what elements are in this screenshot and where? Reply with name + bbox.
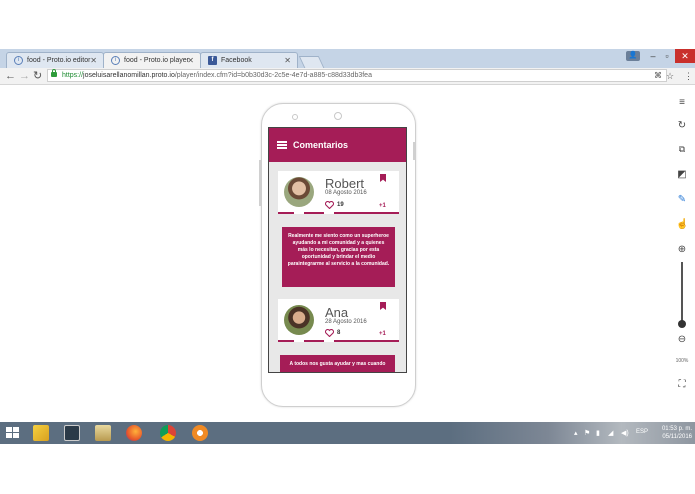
facebook-icon: f xyxy=(208,56,217,65)
folder-app-icon[interactable] xyxy=(33,425,49,441)
refresh-icon[interactable]: ↻ xyxy=(676,120,688,131)
close-window-button[interactable]: ✕ xyxy=(675,49,695,63)
start-button[interactable] xyxy=(6,427,19,439)
tab-proto-editor[interactable]: i food - Proto.io editor ✕ xyxy=(6,52,104,68)
tab-label: Facebook xyxy=(221,57,252,64)
divider-gap xyxy=(324,340,334,342)
app-icon[interactable] xyxy=(64,425,80,441)
bookmark-icon[interactable] xyxy=(380,302,386,310)
bookmark-icon[interactable] xyxy=(380,174,386,182)
tab-label: food - Proto.io editor xyxy=(27,57,91,64)
comment-author: Robert xyxy=(325,176,365,191)
comment-card[interactable]: Ana 28 Agosto 2016 8 +1 xyxy=(278,299,399,342)
comment-author: Ana xyxy=(325,305,349,320)
zoom-slider-track[interactable] xyxy=(681,262,683,324)
address-bar: ← → ↻ https://joseluisarellanomillan.pro… xyxy=(0,68,695,85)
phone-side-button xyxy=(259,160,261,206)
zoom-out-icon[interactable]: ⊖ xyxy=(676,334,688,345)
url-scheme: https:// xyxy=(62,72,84,79)
avatar xyxy=(284,177,314,207)
chrome-icon[interactable] xyxy=(160,425,176,441)
firefox-icon[interactable] xyxy=(126,425,142,441)
comment-message: Realmente me siento como un superheroe a… xyxy=(282,227,395,287)
comment-message: A todos nos gusta ayudar y mas cuando xyxy=(280,355,395,372)
star-icon[interactable]: ☆ xyxy=(666,69,674,83)
phone-side-button xyxy=(413,142,415,160)
heart-icon[interactable] xyxy=(325,329,334,337)
close-icon[interactable]: ✕ xyxy=(284,56,291,65)
phone-camera xyxy=(334,112,342,120)
close-icon[interactable]: ✕ xyxy=(90,56,97,65)
app-header: Comentarios xyxy=(269,128,406,162)
info-icon: i xyxy=(14,56,23,65)
menu-dots-icon[interactable]: ⋮ xyxy=(684,69,693,83)
divider-gap xyxy=(324,212,334,214)
signal-icon[interactable]: ◢ xyxy=(608,429,613,437)
zoom-slider-handle[interactable] xyxy=(678,320,686,328)
avatar xyxy=(284,305,314,335)
edit-icon[interactable]: ✎ xyxy=(676,194,688,205)
hamburger-menu-icon[interactable]: ≡ xyxy=(676,97,688,108)
tray-arrow-icon[interactable]: ▴ xyxy=(574,429,578,437)
plus-one-button[interactable]: +1 xyxy=(379,203,386,209)
clock-date: 05/11/2016 xyxy=(662,434,692,440)
phone-screen: Comentarios Robert 08 Agosto 2016 19 +1 … xyxy=(268,127,407,373)
fullscreen-icon[interactable]: ⛶ xyxy=(676,379,688,390)
reload-icon[interactable]: ↻ xyxy=(33,69,42,83)
close-icon[interactable]: ✕ xyxy=(187,56,194,65)
lock-icon xyxy=(51,69,57,77)
heart-icon[interactable] xyxy=(325,201,334,209)
browser-tab-bar: i food - Proto.io editor ✕ i food - Prot… xyxy=(0,49,695,70)
minimize-button[interactable]: – xyxy=(646,49,660,63)
comment-date: 28 Agosto 2016 xyxy=(325,319,367,325)
forward-icon[interactable]: → xyxy=(19,69,30,83)
touch-icon[interactable]: ☝ xyxy=(676,219,688,230)
language-indicator[interactable]: ESP xyxy=(636,429,648,435)
clock-time: 01:53 p. m. xyxy=(661,426,692,432)
profile-icon[interactable]: 👤 xyxy=(626,51,640,61)
clock[interactable]: 01:53 p. m. 05/11/2016 xyxy=(652,425,692,441)
divider-gap xyxy=(294,340,304,342)
flag-icon[interactable]: ⚑ xyxy=(584,429,590,437)
hamburger-menu-icon[interactable] xyxy=(277,141,287,149)
tab-label: food - Proto.io player xyxy=(124,57,189,64)
back-icon[interactable]: ← xyxy=(5,69,16,83)
tab-proto-player[interactable]: i food - Proto.io player ✕ xyxy=(103,52,201,68)
page-title: Comentarios xyxy=(293,140,349,150)
url-path: /player/index.cfm?id=b0b30d3c-2c5e-4e7d-… xyxy=(174,72,372,79)
plus-one-button[interactable]: +1 xyxy=(379,331,386,337)
comment-card[interactable]: Robert 08 Agosto 2016 19 +1 xyxy=(278,171,399,214)
like-count: 8 xyxy=(337,330,341,336)
translate-icon[interactable]: ⌘ xyxy=(654,69,662,83)
app-icon-orange[interactable] xyxy=(192,425,208,441)
volume-icon[interactable]: ◀) xyxy=(621,429,629,437)
zoom-level: 100% xyxy=(675,358,689,364)
network-icon[interactable]: ▮ xyxy=(596,429,600,437)
zoom-in-icon[interactable]: ⊕ xyxy=(676,244,688,255)
comment-date: 08 Agosto 2016 xyxy=(325,190,367,196)
url-input[interactable]: https://joseluisarellanomillan.proto.io/… xyxy=(47,69,667,82)
info-icon: i xyxy=(111,56,120,65)
like-count: 19 xyxy=(337,202,344,208)
tab-facebook[interactable]: f Facebook ✕ xyxy=(200,52,298,68)
url-host: joseluisarellanomillan.proto.io xyxy=(83,72,175,79)
file-explorer-icon[interactable] xyxy=(95,425,111,441)
device-rotate-icon[interactable]: ⧉ xyxy=(676,144,688,155)
maximize-button[interactable]: ▫ xyxy=(660,49,674,63)
phone-sensor xyxy=(292,114,298,120)
divider-gap xyxy=(294,212,304,214)
contrast-icon[interactable]: ◩ xyxy=(676,169,688,180)
